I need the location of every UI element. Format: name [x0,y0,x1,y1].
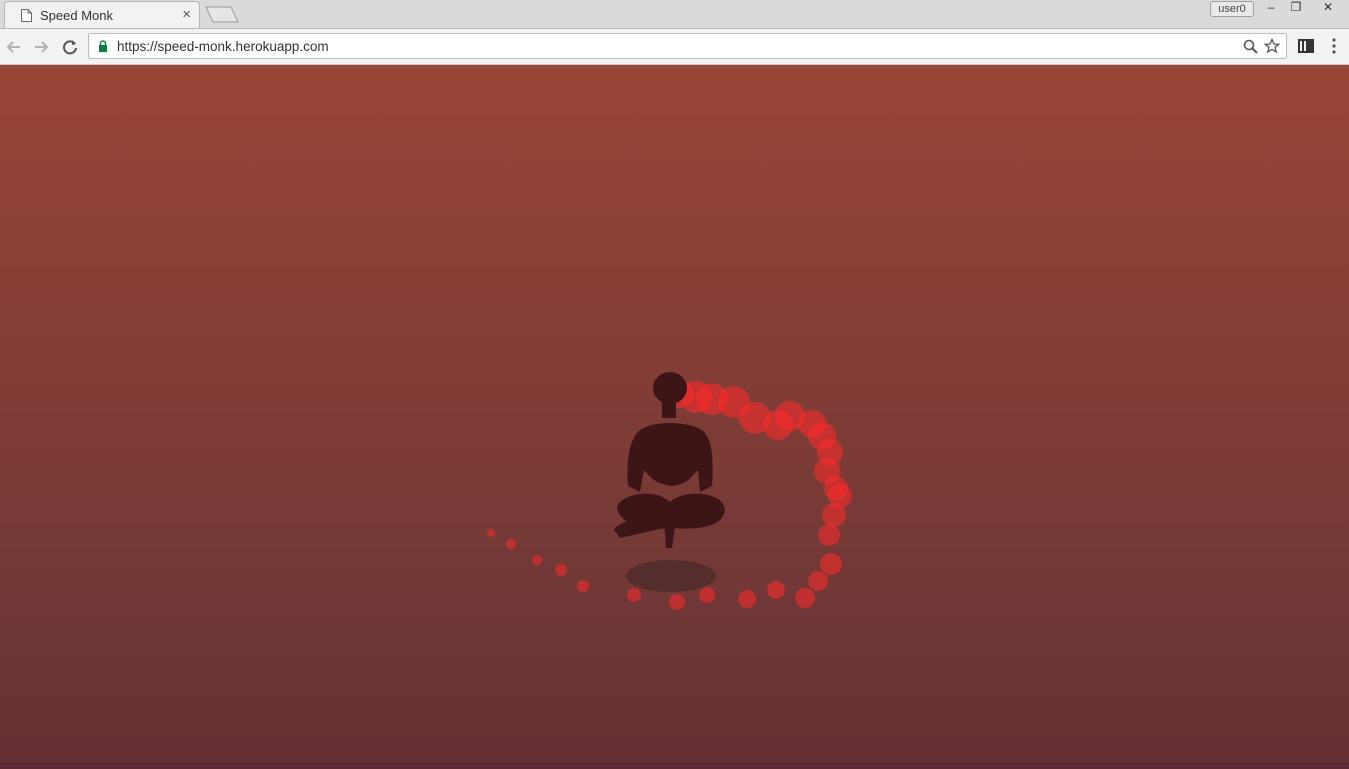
trail-orb [808,571,828,591]
zoom-icon[interactable] [1243,39,1258,54]
extension-icon[interactable] [1297,38,1315,54]
trail-orb [699,587,715,603]
game-scene [487,372,852,610]
window-close-button[interactable]: ✕ [1316,0,1340,16]
trail-orb [820,553,842,575]
game-stage[interactable] [0,65,1349,768]
maximize-button[interactable]: ❐ [1284,0,1308,16]
trail-orb [795,588,815,608]
trail-orb [577,580,589,592]
lock-icon [99,40,107,52]
trail-orb [627,588,641,602]
document-icon [21,9,32,22]
taskbar-edge [0,763,1349,769]
forward-arrow-icon[interactable] [31,37,51,57]
bookmark-star-icon[interactable] [1264,38,1280,54]
menu-dots-icon[interactable] [1331,37,1337,55]
trail-orb [555,564,567,576]
trail-orb [487,529,495,537]
url-text[interactable]: https://speed-monk.herokuapp.com [117,39,329,54]
trail-orb [818,524,840,546]
address-bar[interactable]: https://speed-monk.herokuapp.com [88,33,1287,59]
trail-orb [767,581,785,599]
tab-speed-monk[interactable]: Speed Monk × [4,1,200,28]
minimize-button[interactable]: – [1259,0,1283,16]
browser-toolbar: https://speed-monk.herokuapp.com [0,29,1349,65]
trail-orb [738,590,756,608]
trail-orb [506,539,516,549]
monk-shadow [626,560,716,592]
trail-orb [669,594,685,610]
tab-strip: Speed Monk × user0 – ❐ ✕ [0,0,1349,29]
tab-close-icon[interactable]: × [182,6,191,23]
new-tab-button[interactable] [205,6,239,23]
back-arrow-icon[interactable] [4,37,24,57]
reload-icon[interactable] [60,37,80,57]
user-profile-badge[interactable]: user0 [1210,1,1254,17]
tab-title: Speed Monk [40,8,113,23]
trail-orb [532,555,542,565]
